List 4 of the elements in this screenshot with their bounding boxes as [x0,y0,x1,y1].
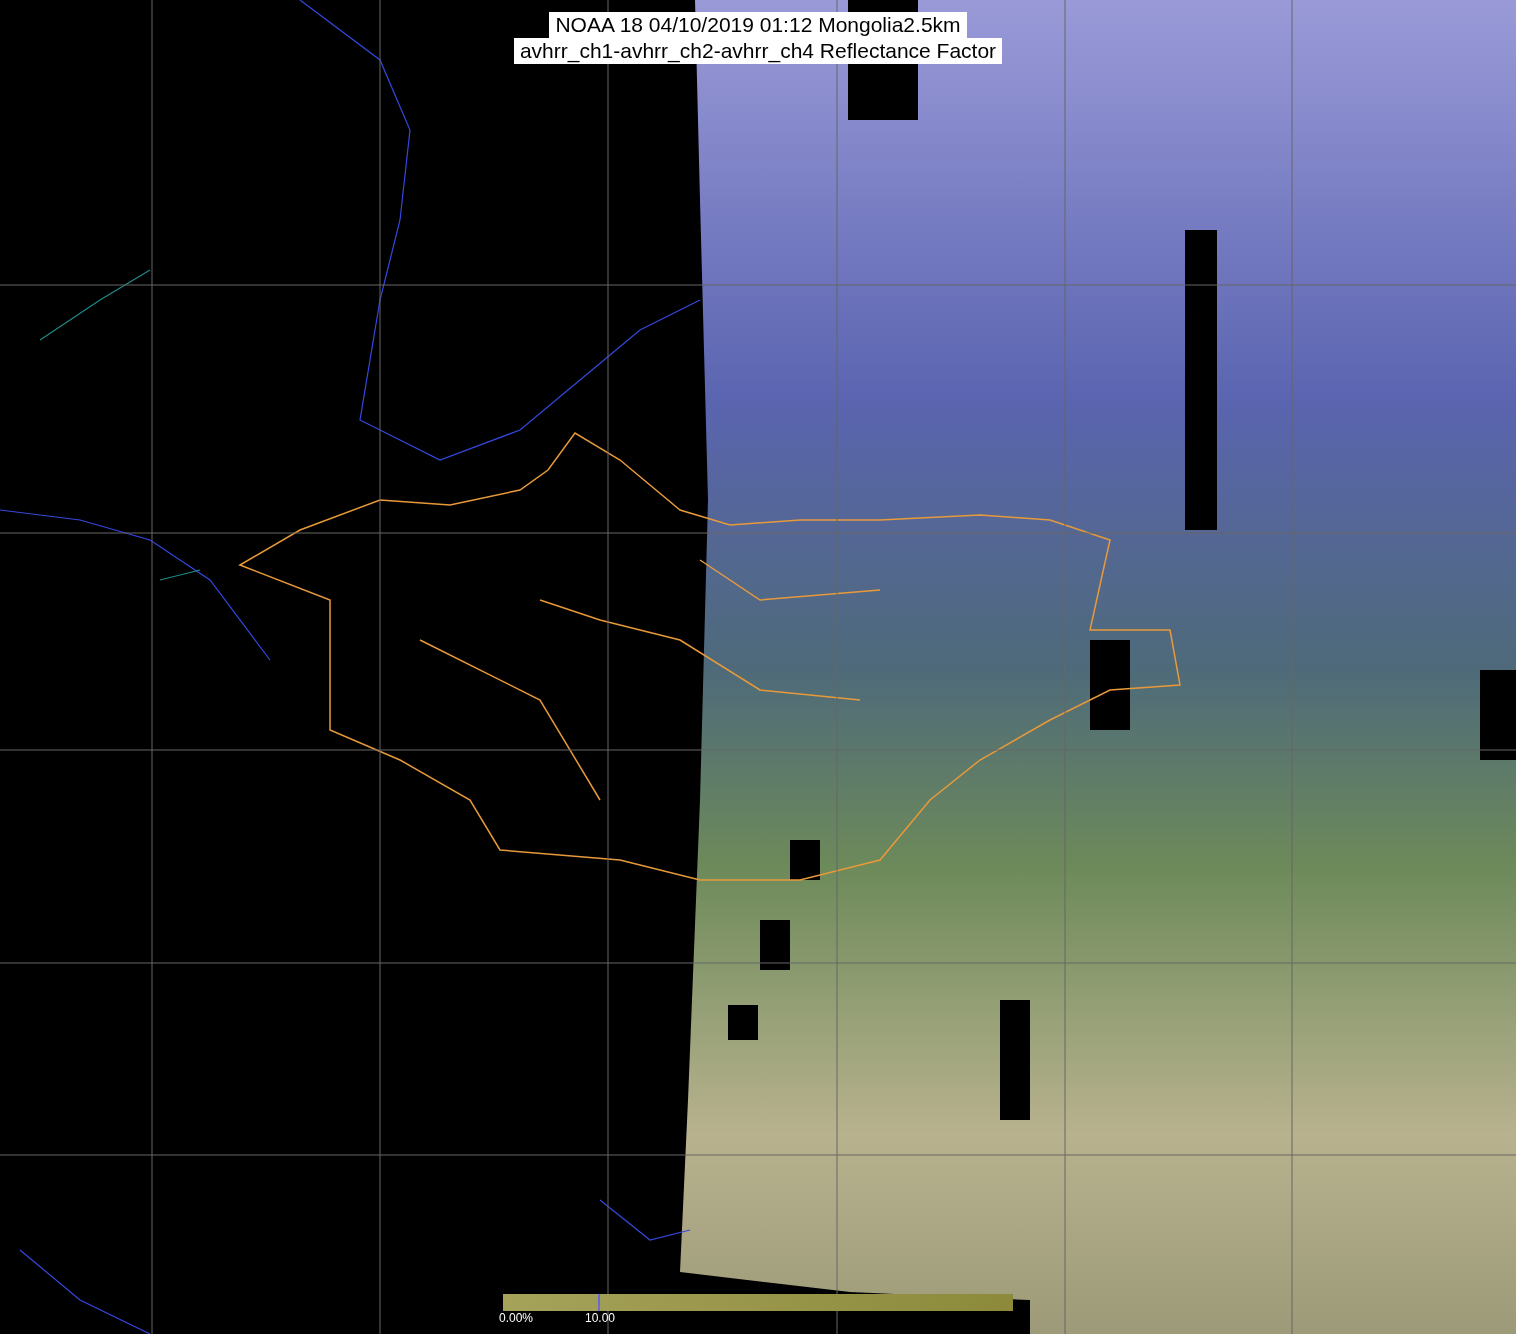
chart-title: avhrr_ch1-avhrr_ch2-avhrr_ch4 Reflectance Factor [513,38,1003,64]
chart-title: NOAA 18 04/10/2019 01:12 Mongolia2.5km [549,12,967,38]
scale-label: 0.00% [499,1311,534,1325]
scale-label: 10.00 [585,1311,616,1325]
